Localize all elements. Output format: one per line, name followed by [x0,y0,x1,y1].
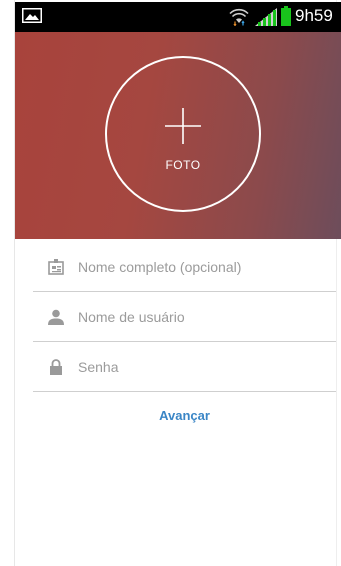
battery-icon [281,6,291,26]
username-input[interactable] [78,304,328,330]
signup-screen: 9h59 FOTO Nome completo (opcional) Nome … [0,0,341,566]
photo-header: FOTO [15,32,341,239]
id-card-icon [48,259,64,275]
lock-icon [50,359,62,375]
password-input[interactable] [78,354,328,380]
status-bar: 9h59 [15,2,341,32]
full-name-field [33,242,336,292]
image-icon [22,8,42,23]
plus-icon [165,108,201,144]
status-time: 9h59 [295,6,333,25]
wifi-icon [229,8,249,26]
username-field [33,292,336,342]
add-photo-button[interactable]: FOTO [105,56,261,212]
photo-label: FOTO [165,158,201,172]
signal-icon [255,8,277,26]
password-field [33,342,336,392]
full-name-input[interactable] [78,254,328,280]
next-button[interactable]: Avançar [33,408,336,423]
person-icon [48,309,64,325]
